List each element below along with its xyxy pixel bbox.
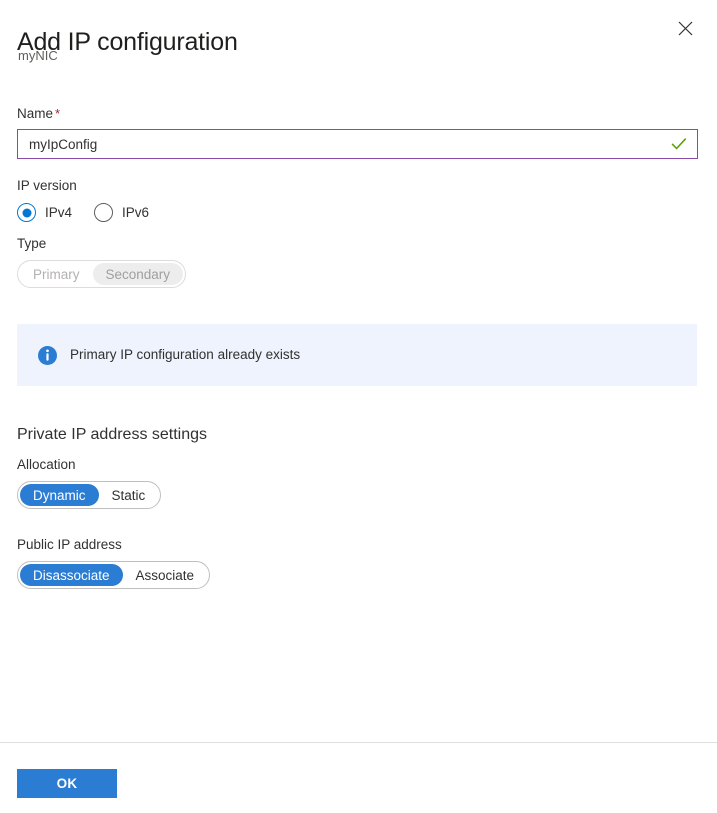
name-input[interactable] <box>18 130 697 158</box>
allocation-option-dynamic[interactable]: Dynamic <box>20 484 99 506</box>
type-group: Type Primary Secondary <box>17 235 187 288</box>
type-toggle: Primary Secondary <box>17 260 187 288</box>
name-input-wrapper[interactable] <box>17 129 698 159</box>
radio-ipv6-indicator <box>94 203 114 222</box>
radio-ipv4[interactable]: IPv4 <box>17 203 72 222</box>
allocation-toggle[interactable]: Dynamic Static <box>17 481 162 509</box>
info-banner: Primary IP configuration already exists <box>17 324 697 386</box>
required-indicator: * <box>55 106 61 121</box>
ok-button[interactable]: OK <box>17 769 117 798</box>
blade-header: Add IP configuration myNIC <box>0 0 717 84</box>
private-ip-section: Private IP address settings Allocation D… <box>17 424 207 509</box>
ip-version-group: IP version IPv4 IPv6 <box>17 177 171 222</box>
close-icon <box>678 21 693 36</box>
radio-ipv4-label: IPv4 <box>45 205 73 220</box>
blade-body: Name* IP version IPv4 IPv6 Type <box>0 84 717 742</box>
radio-ipv6-label: IPv6 <box>122 205 150 220</box>
public-ip-label: Public IP address <box>17 537 122 552</box>
name-label-text: Name <box>17 106 54 121</box>
public-ip-toggle[interactable]: Disassociate Associate <box>17 561 211 589</box>
blade-footer: OK <box>0 742 717 813</box>
type-label: Type <box>17 236 47 251</box>
blade-subtitle: myNIC <box>18 48 58 63</box>
allocation-label: Allocation <box>17 457 76 472</box>
ip-version-radio-row: IPv4 IPv6 <box>17 203 171 222</box>
name-label: Name * <box>17 106 60 121</box>
info-icon <box>38 345 57 365</box>
type-option-secondary: Secondary <box>92 263 184 285</box>
radio-ipv4-indicator <box>17 203 36 222</box>
private-ip-heading: Private IP address settings <box>17 426 208 443</box>
type-option-primary: Primary <box>20 263 93 285</box>
radio-ipv6[interactable]: IPv6 <box>94 203 149 222</box>
public-ip-option-associate[interactable]: Associate <box>123 564 208 586</box>
public-ip-section: Public IP address Disassociate Associate <box>17 536 211 589</box>
close-button[interactable] <box>669 12 701 44</box>
checkmark-icon <box>671 138 687 151</box>
ip-version-label: IP version <box>17 178 77 193</box>
allocation-option-static[interactable]: Static <box>99 484 159 506</box>
info-banner-message: Primary IP configuration already exists <box>70 347 301 362</box>
public-ip-option-disassociate[interactable]: Disassociate <box>20 564 123 586</box>
name-field-group: Name * <box>17 105 700 159</box>
